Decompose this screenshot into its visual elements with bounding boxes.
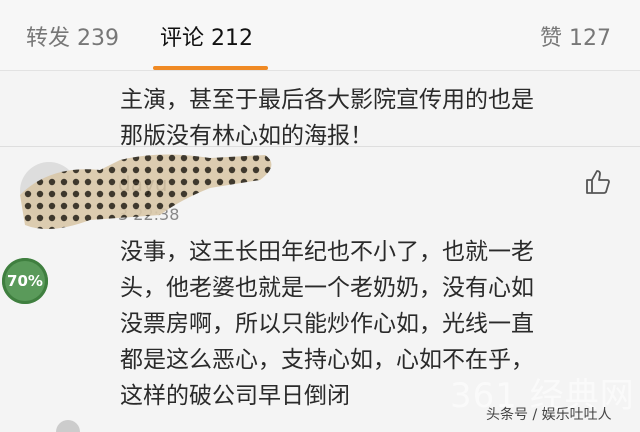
- privacy-mosaic: [20, 154, 272, 229]
- comment-tabs: 转发 239 评论 212 赞 127: [0, 0, 640, 71]
- source-credit: 头条号 / 娱乐吐吐人: [486, 407, 612, 423]
- comment-line-2: 头，他老婆也就是一个老奶奶，没有心如: [120, 275, 534, 301]
- comment-line-5: 这样的破公司早日倒闭: [120, 383, 350, 409]
- comment-line-1: 没事，这王长田年纪也不小了，也就一老: [120, 239, 534, 265]
- thumbs-up-icon[interactable]: [584, 168, 612, 196]
- active-tab-indicator: [153, 66, 268, 70]
- comment-line-3: 没票房啊，所以只能炒作心如，光线一直: [120, 311, 534, 337]
- tab-repost[interactable]: 转发 239: [26, 20, 119, 52]
- tab-likes[interactable]: 赞 127: [540, 20, 611, 52]
- tab-comments[interactable]: 评论 212: [160, 20, 253, 52]
- previous-comment-line-1: 主演，甚至于最后各大影院宣传用的也是: [120, 87, 534, 113]
- progress-badge: 70%: [2, 258, 48, 304]
- next-comment-avatar: [56, 420, 80, 432]
